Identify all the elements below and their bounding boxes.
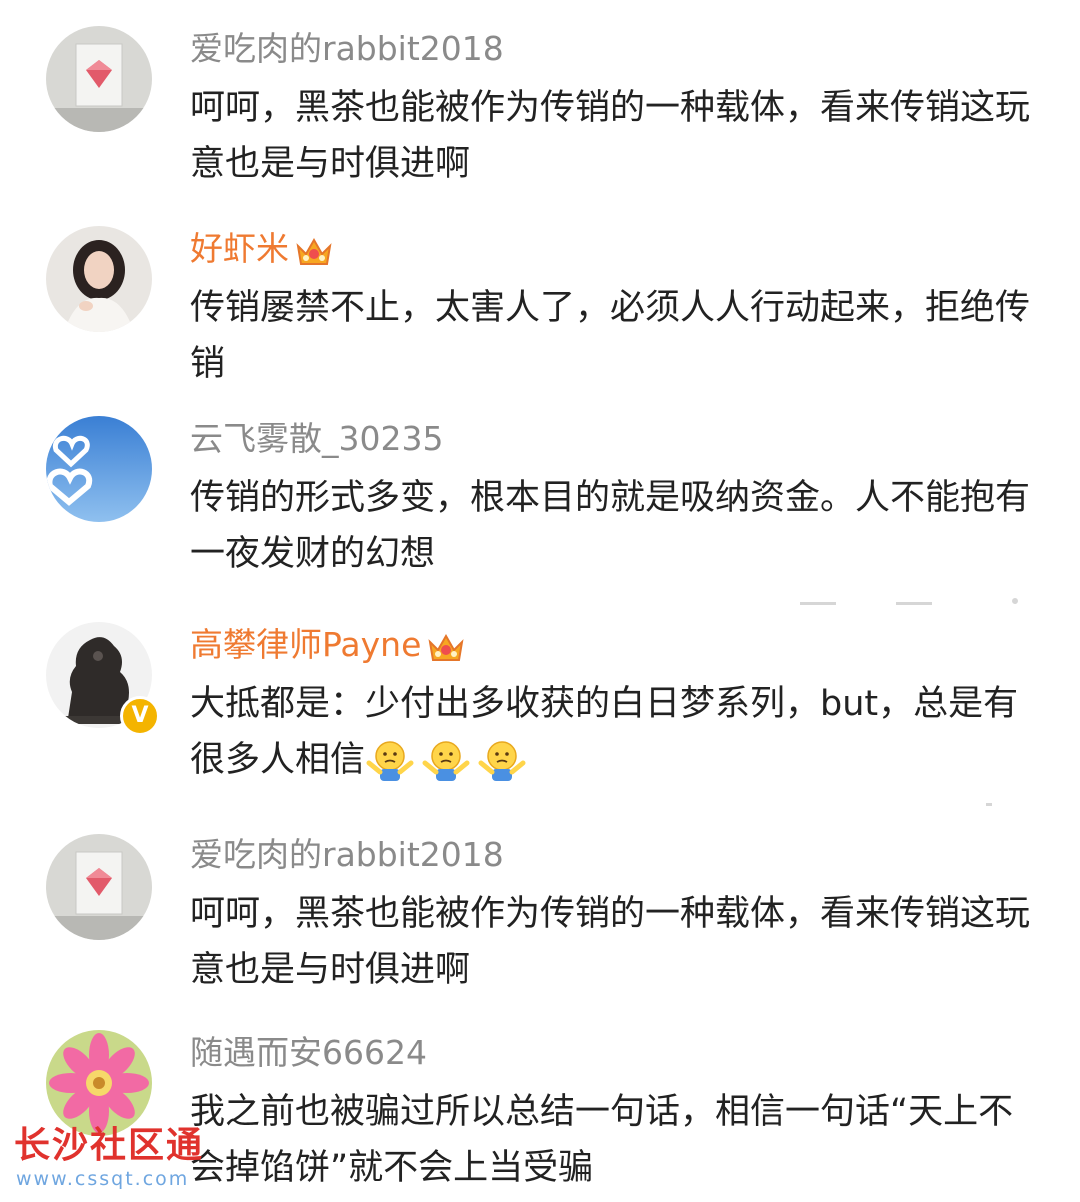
comment-item: 爱吃肉的rabbit2018 呵呵，黑茶也能被作为传销的一种载体，看来传销这玩意… [0,0,1080,200]
watermark-title: 长沙社区通 [14,1125,205,1166]
avatar[interactable] [46,834,152,940]
vip-crown-icon [296,237,332,265]
emoji-row [365,740,533,781]
woman-portrait-icon [46,226,152,332]
comment-item: 好虾米 传销屡禁不止，太害人了，必须人人行动起来，拒绝传销 [0,200,1080,400]
username[interactable]: 高攀律师Payne [190,625,465,665]
comment-text: 传销屡禁不止，太害人了，必须人人行动起来，拒绝传销 [190,288,1031,384]
username[interactable]: 云飞雾散_30235 [190,419,443,459]
shrug-emoji [422,741,470,781]
pink-flower-icon [46,1030,152,1136]
verified-badge-icon: V [120,696,160,736]
shrug-emoji [366,741,414,781]
comment-text: 传销的形式多变，根本目的就是吸纳资金。人不能抱有一夜发财的幻想 [190,478,1031,574]
watermark-url: www.cssqt.com [16,1168,190,1190]
username[interactable]: 爱吃肉的rabbit2018 [190,29,504,69]
comment-text: 呵呵，黑茶也能被作为传销的一种载体，看来传销这玩意也是与时俱进啊 [190,894,1031,990]
avatar[interactable] [46,226,152,332]
username[interactable]: 好虾米 [190,229,333,269]
comment-item: V 高攀律师Payne 大抵都是：少付出多收获的白日梦系列，but，总是有很多人… [0,600,1080,800]
comment-text: 大抵都是：少付出多收获的白日梦系列，but，总是有很多人相信 [190,676,1045,788]
comment-text: 呵呵，黑茶也能被作为传销的一种载体，看来传销这玩意也是与时俱进啊 [190,88,1031,184]
comment-text: 我之前也被骗过所以总结一句话，相信一句话“天上不会掉馅饼”就不会上当受骗 [190,1092,1014,1188]
username-label: 好虾米 [190,229,289,268]
divider [986,803,992,806]
comment-item: 云飞雾散_30235 传销的形式多变，根本目的就是吸纳资金。人不能抱有一夜发财的… [0,400,1080,595]
avatar[interactable] [46,416,152,522]
comment-text-content: 大抵都是：少付出多收获的白日梦系列，but，总是有很多人相信 [190,684,1019,780]
diamond-picture-icon [46,26,152,132]
username[interactable]: 爱吃肉的rabbit2018 [190,835,504,875]
diamond-picture-icon [46,834,152,940]
vip-crown-icon [428,633,464,661]
username[interactable]: 随遇而安66624 [190,1033,427,1073]
sky-heart-clouds-icon [46,416,152,522]
comment-item: 爱吃肉的rabbit2018 呵呵，黑茶也能被作为传销的一种载体，看来传销这玩意… [0,808,1080,1008]
username-label: 高攀律师Payne [190,625,422,664]
avatar[interactable] [46,1030,152,1136]
shrug-emoji [478,741,526,781]
avatar[interactable] [46,26,152,132]
